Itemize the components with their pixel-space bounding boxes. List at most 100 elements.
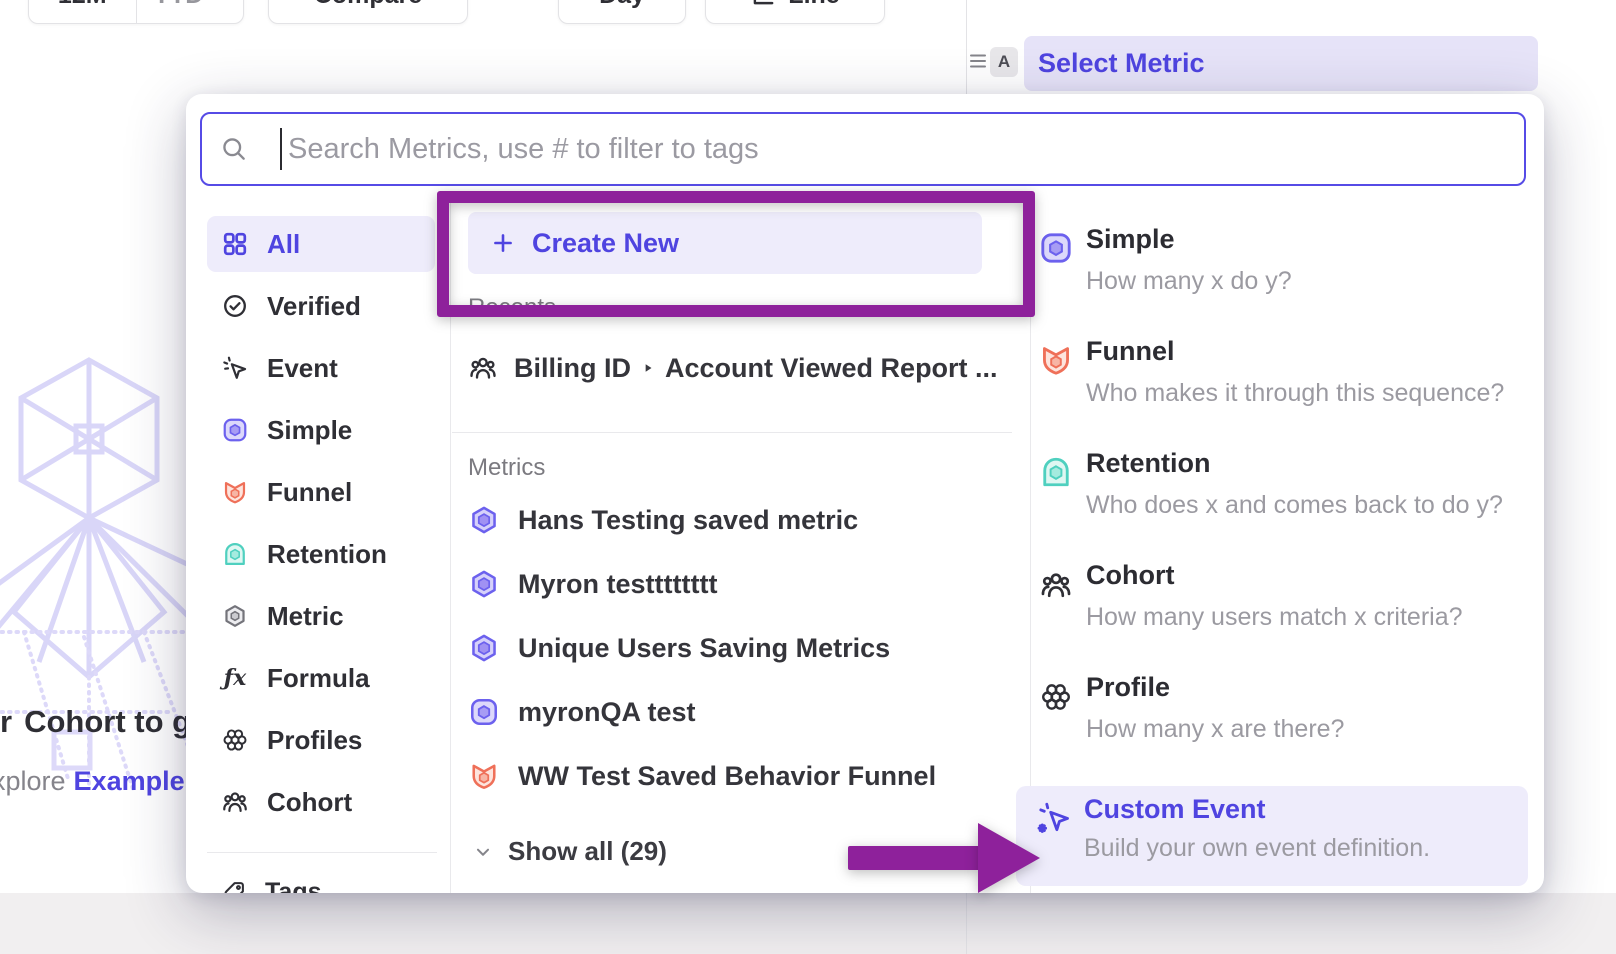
example-link[interactable]: Example (74, 766, 185, 796)
metric-list-item[interactable]: Hans Testing saved metric (468, 498, 858, 542)
simple-square-icon (468, 696, 500, 728)
metric-item-label: WW Test Saved Behavior Funnel (518, 761, 936, 792)
sidebar-item-all[interactable]: All (207, 216, 435, 272)
type-description: Who does x and comes back to do y? (1086, 491, 1503, 520)
type-option-retention[interactable]: Retention Who does x and comes back to d… (1038, 448, 1528, 540)
type-title: Funnel (1086, 336, 1175, 367)
chevron-down-icon (209, 0, 226, 4)
metrics-heading: Metrics (468, 454, 545, 482)
verified-badge-icon (221, 292, 249, 320)
sidebar-section-divider (207, 852, 437, 853)
metric-list-item[interactable]: Unique Users Saving Metrics (468, 626, 890, 670)
interval-button[interactable]: Day (558, 0, 686, 24)
chevron-down-icon (472, 841, 494, 863)
drag-handle-icon[interactable] (968, 52, 988, 70)
custom-event-cursor-icon (1036, 800, 1072, 836)
recent-item[interactable]: Billing ID Account Viewed Report ... (468, 346, 998, 390)
series-badge: A (990, 47, 1018, 77)
sidebar-item-formula[interactable]: ƒx Formula (207, 650, 435, 706)
formula-fx-icon: ƒx (221, 664, 249, 692)
sidebar-item-event[interactable]: Event (207, 340, 435, 396)
compare-label: Compare (314, 0, 422, 10)
sidebar-item-metric[interactable]: Metric (207, 588, 435, 644)
series-badge-label: A (998, 52, 1010, 72)
recent-item-secondary: Account Viewed Report ... (665, 353, 998, 384)
sidebar-item-label: Formula (267, 663, 370, 694)
saved-metric-hexagon-icon (468, 504, 500, 536)
sidebar-item-label: Retention (267, 539, 387, 570)
sidebar-item-funnel[interactable]: Funnel (207, 464, 435, 520)
breadcrumb-arrow-icon (641, 361, 655, 375)
range-12m-button[interactable]: 12M (29, 0, 136, 23)
sidebar-item-label: Funnel (267, 477, 352, 508)
sidebar-item-label: Tags (265, 878, 322, 894)
date-range-control[interactable]: 12M YTD (28, 0, 244, 24)
select-metric-pill[interactable]: Select Metric (1024, 36, 1538, 91)
search-input[interactable]: Search Metrics, use # to filter to tags (200, 112, 1526, 186)
show-all-label: Show all (29) (508, 836, 667, 867)
type-option-funnel[interactable]: Funnel Who makes it through this sequenc… (1038, 336, 1528, 428)
select-metric-label: Select Metric (1038, 48, 1205, 79)
search-icon (220, 135, 248, 163)
metric-list-item[interactable]: WW Test Saved Behavior Funnel (468, 754, 936, 798)
sidebar-item-cohort[interactable]: Cohort (207, 774, 435, 830)
sidebar-item-tags-clipped[interactable]: Tags (207, 872, 435, 893)
range-ytd-label: YTD (153, 0, 203, 10)
grid-icon (221, 230, 249, 258)
retention-arch-icon (221, 540, 249, 568)
sidebar-item-label: Simple (267, 415, 352, 446)
range-ytd-button[interactable]: YTD (137, 0, 244, 23)
type-description: How many x do y? (1086, 267, 1292, 296)
funnel-icon (1038, 342, 1074, 378)
metric-list-item[interactable]: Myron testttttttt (468, 562, 717, 606)
type-description: Build your own event definition. (1084, 834, 1430, 863)
background-link-prefix: xplore (0, 766, 66, 796)
type-title: Cohort (1086, 560, 1174, 591)
sidebar-item-profiles[interactable]: Profiles (207, 712, 435, 768)
sidebar-item-label: Event (267, 353, 338, 384)
profiles-cluster-icon (1039, 680, 1073, 714)
metric-item-label: Myron testttttttt (518, 569, 717, 600)
sidebar-item-label: Profiles (267, 725, 362, 756)
event-cursor-icon (221, 354, 249, 382)
cohort-people-icon (468, 353, 498, 383)
type-option-cohort[interactable]: Cohort How many users match x criteria? (1038, 560, 1528, 652)
simple-square-icon (1038, 230, 1074, 266)
chart-type-button[interactable]: Line (705, 0, 885, 24)
funnel-icon (221, 478, 249, 506)
line-chart-icon (750, 0, 776, 8)
retention-arch-icon (1038, 454, 1074, 490)
compare-button[interactable]: Compare (268, 0, 468, 24)
text-cursor (280, 128, 282, 170)
saved-metric-hexagon-icon (468, 568, 500, 600)
type-description: How many users match x criteria? (1086, 603, 1463, 632)
metric-item-label: Hans Testing saved metric (518, 505, 858, 536)
type-option-profile[interactable]: Profile How many x are there? (1038, 672, 1528, 764)
chart-type-label: Line (788, 0, 839, 10)
wireframe-illustration (0, 332, 204, 822)
type-option-simple[interactable]: Simple How many x do y? (1038, 224, 1528, 316)
metric-list-item[interactable]: myronQA test (468, 690, 696, 734)
panel-divider (966, 0, 967, 94)
cohort-people-icon (1039, 568, 1073, 602)
panel-divider (966, 893, 967, 954)
recent-item-primary: Billing ID (514, 353, 631, 384)
annotation-arrow (848, 846, 980, 870)
page-footer-strip (0, 893, 1616, 954)
type-description: Who makes it through this sequence? (1086, 379, 1504, 408)
type-title: Retention (1086, 448, 1211, 479)
sidebar-item-simple[interactable]: Simple (207, 402, 435, 458)
tag-icon (221, 879, 247, 893)
search-placeholder: Search Metrics, use # to filter to tags (288, 133, 759, 166)
metric-hexagon-icon (221, 602, 249, 630)
saved-metric-hexagon-icon (468, 632, 500, 664)
show-all-button[interactable]: Show all (29) (472, 836, 667, 867)
sidebar-item-retention[interactable]: Retention (207, 526, 435, 582)
sidebar-item-label: Metric (267, 601, 344, 632)
funnel-icon (468, 760, 500, 792)
profiles-cluster-icon (221, 726, 249, 754)
type-title: Simple (1086, 224, 1175, 255)
metric-item-label: Unique Users Saving Metrics (518, 633, 890, 664)
sidebar-item-verified[interactable]: Verified (207, 278, 435, 334)
type-option-custom-event[interactable]: Custom Event Build your own event defini… (1016, 786, 1528, 886)
